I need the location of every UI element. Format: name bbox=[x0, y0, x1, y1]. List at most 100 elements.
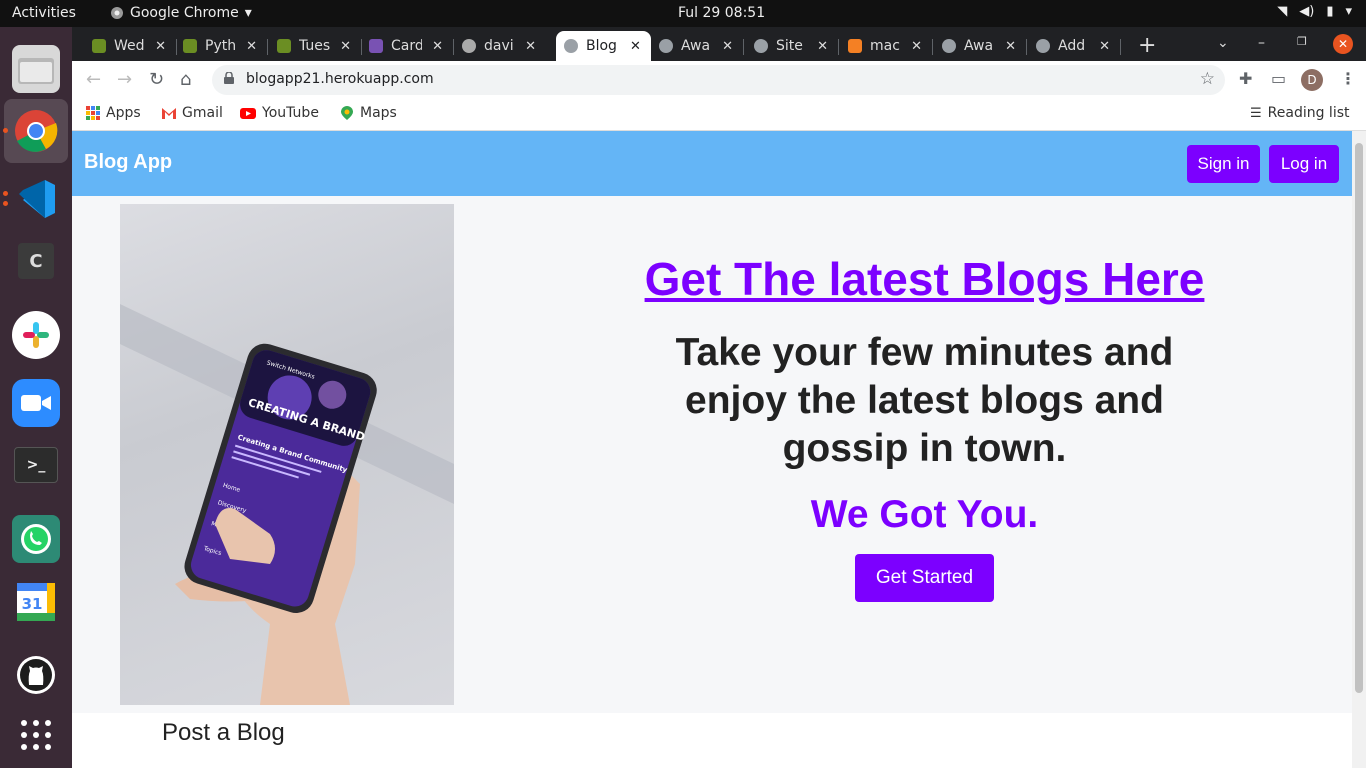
chevron-down-icon: ▾ bbox=[244, 5, 252, 21]
reading-list-button[interactable]: ☰ Reading list bbox=[1250, 105, 1350, 121]
browser-tab[interactable]: Pyth ✕ bbox=[175, 31, 265, 61]
bookmark-label: Gmail bbox=[182, 105, 223, 121]
browser-tab[interactable]: Add ✕ bbox=[1028, 31, 1118, 61]
running-indicator bbox=[3, 201, 8, 206]
reload-button[interactable]: ↻ bbox=[149, 69, 164, 90]
close-icon[interactable]: ✕ bbox=[722, 39, 733, 54]
scrollbar-thumb[interactable] bbox=[1355, 143, 1363, 693]
browser-tab[interactable]: davi ✕ bbox=[454, 31, 544, 61]
tab-separator bbox=[1120, 39, 1121, 55]
site-brand[interactable]: Blog App bbox=[84, 151, 172, 174]
browser-tab[interactable]: Site ✕ bbox=[746, 31, 836, 61]
tab-title: Awa bbox=[681, 38, 711, 54]
tab-title: Site bbox=[776, 38, 803, 54]
tab-separator bbox=[267, 39, 268, 55]
youtube-icon bbox=[240, 108, 256, 119]
post-blog-section: Post a Blog bbox=[72, 713, 1352, 768]
close-icon[interactable]: ✕ bbox=[911, 39, 922, 54]
cast-icon[interactable]: ▭ bbox=[1271, 69, 1286, 88]
signin-button[interactable]: Sign in bbox=[1187, 145, 1260, 183]
close-icon[interactable]: ✕ bbox=[630, 39, 641, 54]
back-button[interactable]: ← bbox=[86, 69, 101, 90]
browser-window: Wed ✕ Pyth ✕ Tues ✕ Card ✕ davi ✕ Blog ✕ Awa ✕ Site ✕ ma… bbox=[72, 27, 1366, 768]
bookmark-youtube[interactable]: YouTube bbox=[240, 105, 319, 121]
maps-pin-icon bbox=[341, 106, 353, 120]
bookmark-star-icon[interactable]: ☆ bbox=[1200, 69, 1215, 89]
tab-title: Pyth bbox=[205, 38, 237, 54]
show-apps-icon[interactable] bbox=[12, 711, 60, 759]
close-icon[interactable]: ✕ bbox=[246, 39, 257, 54]
globe-icon bbox=[564, 39, 578, 53]
tab-title: davi bbox=[484, 38, 514, 54]
url-text: blogapp21.herokuapp.com bbox=[246, 71, 434, 87]
close-icon[interactable]: ✕ bbox=[525, 39, 536, 54]
bookmark-maps[interactable]: Maps bbox=[340, 105, 397, 121]
calendar-icon[interactable]: 31 bbox=[17, 583, 55, 621]
browser-tab[interactable]: Wed ✕ bbox=[84, 31, 174, 61]
slack-icon[interactable] bbox=[12, 311, 60, 359]
menu-icon[interactable]: ⋮ bbox=[1340, 69, 1356, 88]
browser-tab[interactable]: Blog ✕ bbox=[556, 31, 651, 61]
reading-list-icon: ☰ bbox=[1250, 105, 1262, 121]
tab-title: Card bbox=[391, 38, 423, 54]
activities-button[interactable]: Activities bbox=[12, 5, 76, 21]
browser-tab[interactable]: Card ✕ bbox=[361, 31, 451, 61]
system-top-bar: Activities Google Chrome ▾ Ful 29 08:51 … bbox=[0, 0, 1366, 27]
tab-separator bbox=[743, 39, 744, 55]
new-tab-button[interactable]: + bbox=[1138, 33, 1156, 58]
tab-separator bbox=[1026, 39, 1027, 55]
svg-text:31: 31 bbox=[22, 595, 43, 613]
github-icon[interactable] bbox=[12, 651, 60, 699]
login-button[interactable]: Log in bbox=[1269, 145, 1339, 183]
files-icon[interactable] bbox=[12, 45, 60, 93]
tab-strip: Wed ✕ Pyth ✕ Tues ✕ Card ✕ davi ✕ Blog ✕ Awa ✕ Site ✕ ma… bbox=[72, 27, 1366, 61]
profile-avatar[interactable]: D bbox=[1301, 69, 1323, 91]
close-icon[interactable]: ✕ bbox=[340, 39, 351, 54]
page-scrollbar[interactable] bbox=[1352, 131, 1366, 768]
bookmark-apps[interactable]: Apps bbox=[86, 105, 141, 121]
wifi-icon: ◥ bbox=[1277, 4, 1288, 19]
hero-headline-link[interactable]: Get The latest Blogs Here bbox=[542, 252, 1307, 306]
terminal-icon[interactable]: >_ bbox=[14, 447, 58, 483]
tab-title: Wed bbox=[114, 38, 145, 54]
chrome-icon[interactable] bbox=[12, 107, 60, 155]
system-tray[interactable]: ◥ ◀) ▮ ▾ bbox=[1277, 4, 1352, 19]
extensions-icon[interactable]: ✚ bbox=[1239, 69, 1252, 88]
browser-toolbar: ← → ↻ ⌂ blogapp21.herokuapp.com ☆ ✚ ▭ D … bbox=[72, 61, 1366, 99]
close-icon[interactable]: ✕ bbox=[155, 39, 166, 54]
running-indicator bbox=[3, 191, 8, 196]
bookmark-label: Maps bbox=[360, 105, 397, 121]
clock[interactable]: Ful 29 08:51 bbox=[678, 5, 765, 21]
app-c-icon[interactable]: C bbox=[18, 243, 54, 279]
close-icon[interactable]: ✕ bbox=[1099, 39, 1110, 54]
browser-tab[interactable]: Awa ✕ bbox=[934, 31, 1024, 61]
app-name: Google Chrome bbox=[130, 5, 239, 21]
forward-button[interactable]: → bbox=[117, 69, 132, 90]
plant-icon bbox=[183, 39, 197, 53]
window-close-button[interactable]: ✕ bbox=[1333, 34, 1353, 54]
plant-icon bbox=[277, 39, 291, 53]
address-bar[interactable]: blogapp21.herokuapp.com ☆ bbox=[212, 65, 1225, 95]
browser-tab[interactable]: Tues ✕ bbox=[269, 31, 359, 61]
maximize-button[interactable]: ❐ bbox=[1297, 35, 1307, 48]
browser-tab[interactable]: mac ✕ bbox=[840, 31, 930, 61]
chevron-down-icon: ▾ bbox=[1345, 4, 1352, 19]
whatsapp-icon[interactable] bbox=[12, 515, 60, 563]
hero-tagline: Take your few minutes and enjoy the late… bbox=[675, 331, 1174, 470]
get-started-button[interactable]: Get Started bbox=[855, 554, 994, 602]
tab-search-button[interactable]: ⌄ bbox=[1217, 35, 1229, 51]
bookmarks-bar: Apps Gmail YouTube Maps ☰ Reading list bbox=[72, 99, 1366, 131]
close-icon[interactable]: ✕ bbox=[817, 39, 828, 54]
browser-tab[interactable]: Awa ✕ bbox=[651, 31, 741, 61]
zoom-icon[interactable] bbox=[12, 379, 60, 427]
close-icon[interactable]: ✕ bbox=[432, 39, 443, 54]
close-icon[interactable]: ✕ bbox=[1005, 39, 1016, 54]
dock: C >_ 31 bbox=[0, 27, 72, 768]
tab-separator bbox=[838, 39, 839, 55]
bookmark-gmail[interactable]: Gmail bbox=[162, 105, 223, 121]
minimize-button[interactable]: – bbox=[1258, 35, 1265, 51]
home-button[interactable]: ⌂ bbox=[180, 69, 191, 90]
hero-phone-image: Switch Networks CREATING A BRAND Creatin… bbox=[120, 204, 454, 705]
app-menu[interactable]: Google Chrome ▾ bbox=[110, 5, 252, 21]
vscode-icon[interactable] bbox=[12, 175, 60, 223]
